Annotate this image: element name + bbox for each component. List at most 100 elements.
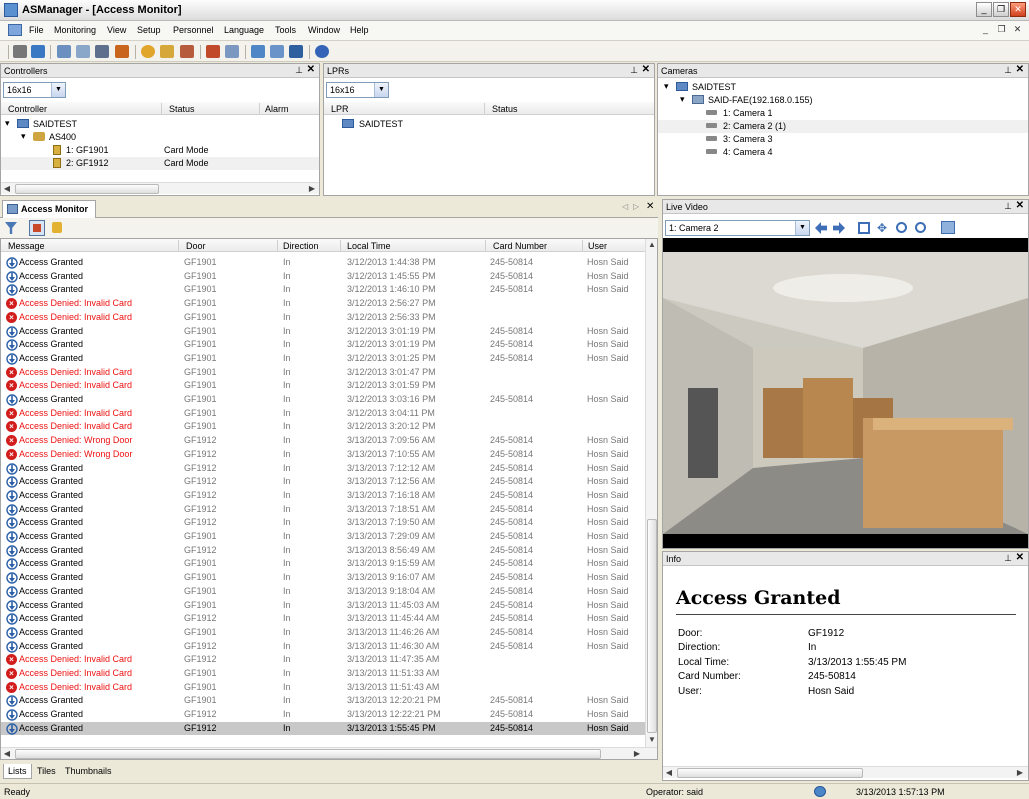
table-row[interactable]: Access Granted GF1912 In 3/13/2013 7:12:56 …: [1, 475, 645, 489]
col-controller[interactable]: Controller: [8, 104, 47, 114]
move-icon[interactable]: ✥: [877, 221, 887, 235]
scroll-thumb[interactable]: [15, 749, 601, 759]
help-icon[interactable]: [315, 45, 329, 58]
col-alarm[interactable]: Alarm: [265, 104, 289, 114]
col-door[interactable]: Door: [186, 241, 206, 251]
scroll-thumb[interactable]: [15, 184, 159, 194]
table-row[interactable]: Access Granted GF1901 In 3/13/2013 11:46:26…: [1, 626, 645, 640]
pin-icon[interactable]: ⊥: [1004, 201, 1012, 212]
table-row[interactable]: Access Granted GF1912 In 3/13/2013 8:56:49 …: [1, 544, 645, 558]
scroll-thumb[interactable]: [677, 768, 863, 778]
zoom-in-icon[interactable]: [896, 222, 907, 233]
table-row[interactable]: × Access Denied: Wrong Door GF1912 In 3/13/2…: [1, 448, 645, 462]
column-divider[interactable]: [485, 240, 486, 251]
menu-tools[interactable]: Tools: [275, 25, 296, 35]
database-icon[interactable]: [115, 45, 129, 58]
exit-icon[interactable]: [13, 45, 27, 58]
menu-help[interactable]: Help: [350, 25, 369, 35]
scroll-up-icon[interactable]: ▲: [646, 239, 657, 251]
table-row[interactable]: Access Granted GF1912 In 3/13/2013 11:46:30…: [1, 640, 645, 654]
camera-icon[interactable]: [289, 45, 303, 58]
lpr-item-saidtest[interactable]: SAIDTEST: [342, 118, 542, 131]
table-row[interactable]: Access Granted GF1901 In 3/13/2013 9:15:59 …: [1, 557, 645, 571]
tree-node-saidtest[interactable]: ▾ SAIDTEST: [5, 118, 315, 131]
close-panel-icon[interactable]: ✕: [642, 64, 650, 75]
camera-select[interactable]: 1: Camera 2 ▼: [665, 220, 810, 236]
table-row[interactable]: Access Granted GF1901 In 3/13/2013 7:29:09 …: [1, 530, 645, 544]
snapshot-icon[interactable]: [941, 221, 955, 234]
auto-scroll-toggle[interactable]: [29, 220, 45, 236]
close-panel-icon[interactable]: ✕: [307, 64, 315, 75]
table-row[interactable]: Access Granted GF1901 In 3/13/2013 12:20:21…: [1, 694, 645, 708]
close-panel-icon[interactable]: ✕: [1016, 552, 1024, 563]
column-divider[interactable]: [277, 240, 278, 251]
pin-icon[interactable]: ⊥: [1004, 553, 1012, 564]
scroll-left-icon[interactable]: ◀: [663, 767, 675, 779]
table-row[interactable]: Access Granted GF1912 In 3/13/2013 7:18:51 …: [1, 503, 645, 517]
lprs-icon-size-select[interactable]: 16x16 ▼: [326, 82, 389, 98]
table-row[interactable]: Access Granted GF1901 In 3/12/2013 3:01:25 …: [1, 352, 645, 366]
table-row[interactable]: Access Granted GF1912 In 3/13/2013 11:45:44…: [1, 612, 645, 626]
chevron-down-icon[interactable]: ▼: [374, 83, 388, 97]
monitor-icon[interactable]: [76, 45, 90, 58]
tree-node-saidtest[interactable]: ▾ SAIDTEST: [664, 81, 964, 94]
column-divider[interactable]: [178, 240, 179, 251]
table-row[interactable]: Access Granted GF1901 In 3/13/2013 11:45:03…: [1, 599, 645, 613]
scroll-left-icon[interactable]: ◀: [1, 748, 13, 759]
controllers-icon[interactable]: [57, 45, 71, 58]
col-direction[interactable]: Direction: [283, 241, 319, 251]
tree-node-as400[interactable]: ▾ AS400: [21, 131, 311, 144]
scroll-tabs-right-icon[interactable]: ▷: [633, 202, 639, 211]
users-icon[interactable]: [206, 45, 220, 58]
menu-view[interactable]: View: [107, 25, 126, 35]
table-row[interactable]: Access Granted GF1901 In 3/12/2013 3:01:19 …: [1, 338, 645, 352]
col-local-time[interactable]: Local Time: [347, 241, 391, 251]
menu-monitoring[interactable]: Monitoring: [54, 25, 96, 35]
tab-access-monitor[interactable]: Access Monitor: [2, 200, 96, 218]
network-status-icon[interactable]: [814, 786, 826, 797]
table-row[interactable]: Access Granted GF1901 In 3/12/2013 1:46:10 …: [1, 283, 645, 297]
events-icon[interactable]: [160, 45, 174, 58]
column-divider[interactable]: [259, 103, 260, 114]
table-row[interactable]: Access Granted GF1901 In 3/12/2013 3:01:19 …: [1, 325, 645, 339]
vehicle-icon[interactable]: [270, 45, 284, 58]
report-icon[interactable]: [95, 45, 109, 58]
table-row[interactable]: Access Granted GF1901 In 3/12/2013 3:03:16 …: [1, 393, 645, 407]
scroll-left-icon[interactable]: ◀: [1, 183, 13, 195]
live-video-feed[interactable]: [663, 238, 1028, 548]
chevron-down-icon[interactable]: ▼: [51, 83, 65, 97]
mdi-restore-button[interactable]: ❐: [995, 24, 1008, 36]
column-divider[interactable]: [582, 240, 583, 251]
col-status[interactable]: Status: [492, 104, 518, 114]
table-row[interactable]: × Access Denied: Invalid Card GF1901 In 3/13…: [1, 667, 645, 681]
pin-icon[interactable]: ⊥: [1004, 65, 1012, 76]
scroll-right-icon[interactable]: ▶: [631, 748, 643, 759]
minimize-button[interactable]: _: [976, 2, 992, 17]
tab-lists[interactable]: Lists: [3, 764, 32, 779]
table-row[interactable]: × Access Denied: Invalid Card GF1901 In 3/12…: [1, 366, 645, 380]
scroll-tabs-left-icon[interactable]: ◁: [622, 202, 628, 211]
col-message[interactable]: Message: [8, 241, 45, 251]
tree-node-gf1912[interactable]: 2: GF1912 Card Mode: [1, 157, 319, 170]
scroll-right-icon[interactable]: ▶: [1014, 767, 1026, 779]
close-button[interactable]: ✕: [1010, 2, 1026, 17]
tab-thumbnails[interactable]: Thumbnails: [61, 764, 116, 779]
column-divider[interactable]: [340, 240, 341, 251]
events-hscrollbar[interactable]: ◀ ▶: [1, 747, 657, 759]
pin-icon[interactable]: ⊥: [630, 65, 638, 76]
maximize-button[interactable]: ❐: [993, 2, 1009, 17]
table-row[interactable]: × Access Denied: Invalid Card GF1901 In 3/12…: [1, 297, 645, 311]
table-row[interactable]: Access Granted GF1901 In 3/12/2013 1:45:55 …: [1, 270, 645, 284]
table-row[interactable]: Access Granted GF1901 In 3/12/2013 1:44:38 …: [1, 256, 645, 270]
schedule-icon[interactable]: [180, 45, 194, 58]
table-row[interactable]: × Access Denied: Invalid Card GF1901 In 3/12…: [1, 379, 645, 393]
fit-screen-icon[interactable]: [858, 222, 870, 234]
mdi-close-button[interactable]: ✕: [1011, 24, 1024, 36]
col-user[interactable]: User: [588, 241, 607, 251]
column-divider[interactable]: [161, 103, 162, 114]
close-panel-icon[interactable]: ✕: [1016, 200, 1024, 211]
menu-language[interactable]: Language: [224, 25, 264, 35]
table-row[interactable]: Access Granted GF1912 In 3/13/2013 7:16:18 …: [1, 489, 645, 503]
tree-node-camera-1[interactable]: 1: Camera 1: [706, 107, 1006, 120]
tree-node-camera-2[interactable]: 2: Camera 2 (1): [658, 120, 1028, 133]
